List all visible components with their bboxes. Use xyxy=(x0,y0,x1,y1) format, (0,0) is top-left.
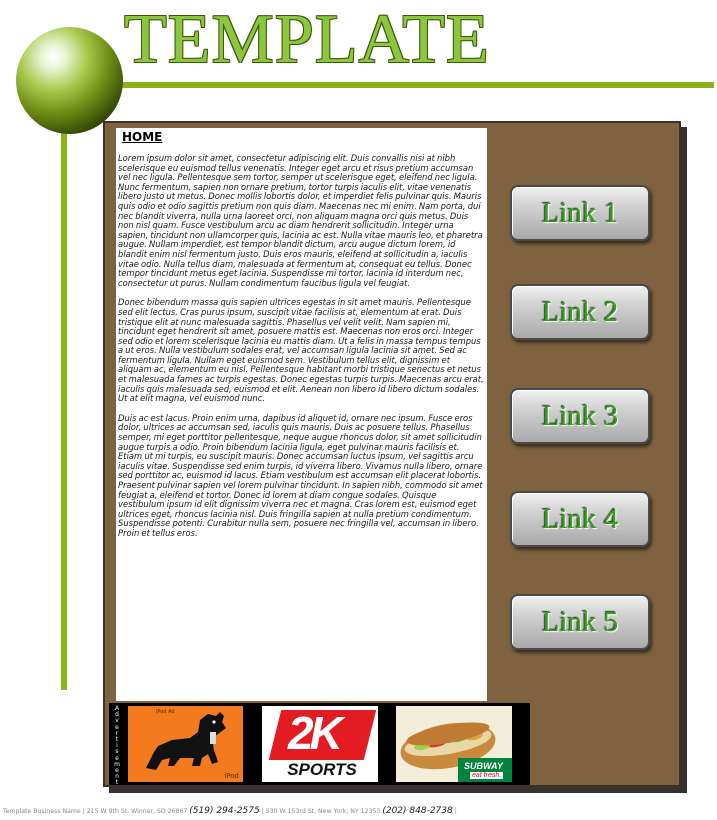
content-paragraph-3: Duis ac est lacus. Proin enim urna, dapi… xyxy=(118,412,483,538)
side-divider xyxy=(61,130,67,690)
main-content: HOME Lorem ipsum dolor sit amet, consect… xyxy=(116,128,487,701)
footer-address-1: 215 W 9th St. Winner, SD 26867 xyxy=(86,808,188,815)
nav-link-3-button[interactable]: Link 3 xyxy=(510,388,650,444)
ipod-ad[interactable]: iPod Ad iPod xyxy=(128,706,243,782)
footer-address-2: 530 W 153rd St. New York, NY 12353 xyxy=(265,808,381,815)
nav-link-4-label: Link 4 xyxy=(541,502,619,535)
nav-link-4-button[interactable]: Link 4 xyxy=(510,491,650,547)
nav-link-5-button[interactable]: Link 5 xyxy=(510,594,650,650)
content-paragraph-2: Donec bibendum massa quis sapien ultrice… xyxy=(118,297,484,404)
dog-silhouette-icon xyxy=(146,712,226,770)
ad-vertical-text: Advertisement xyxy=(114,705,120,787)
2k-logo-text: 2K xyxy=(288,707,343,759)
footer-business-name: Template Business Name xyxy=(3,808,81,815)
nav-link-1-button[interactable]: Link 1 xyxy=(510,185,650,241)
ipod-ad-label: iPod xyxy=(224,772,239,780)
footer: Template Business Name | 215 W 9th St. W… xyxy=(3,806,457,816)
ipod-ad-top-text: iPod Ad xyxy=(156,709,175,715)
2k-sports-ad[interactable]: 2K SPORTS xyxy=(262,706,378,782)
footer-phone-2: (202) 848-2738 xyxy=(382,806,453,816)
nav-link-2-label: Link 2 xyxy=(541,295,619,328)
subway-ad[interactable]: SUBWAY eat fresh. xyxy=(396,706,512,782)
nav-link-1-label: Link 1 xyxy=(541,196,619,229)
page-title: HOME xyxy=(122,130,163,144)
header-divider xyxy=(100,82,714,88)
subway-tagline: eat fresh. xyxy=(470,772,504,779)
content-paragraph-1: Lorem ipsum dolor sit amet, consectetur … xyxy=(118,153,483,288)
logo-sphere xyxy=(16,27,123,134)
nav-link-5-label: Link 5 xyxy=(541,605,619,638)
nav-link-3-label: Link 3 xyxy=(541,399,619,432)
ad-vertical-label: Advertisement xyxy=(110,705,124,786)
footer-phone-1: (519) 294-2575 xyxy=(189,806,260,816)
2k-sports-label: SPORTS xyxy=(287,760,357,779)
site-logo-text: TEMPLATE xyxy=(124,1,490,78)
subway-brand-text: SUBWAY xyxy=(464,761,503,771)
nav-link-2-button[interactable]: Link 2 xyxy=(510,284,650,340)
